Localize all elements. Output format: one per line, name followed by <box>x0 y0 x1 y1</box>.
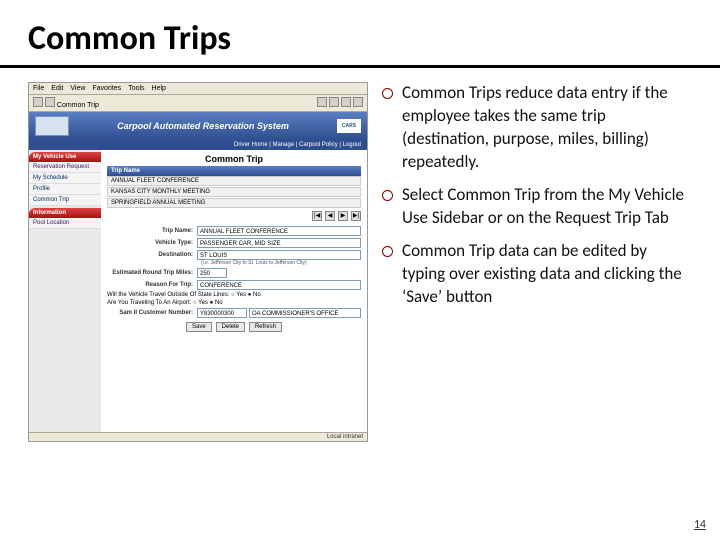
menu-tools[interactable]: Tools <box>128 85 144 92</box>
tab-common-trip[interactable]: Common Trip <box>57 102 99 109</box>
status-right: Local intranet <box>327 434 363 440</box>
menu-edit[interactable]: Edit <box>51 85 63 92</box>
refresh-button[interactable]: Refresh <box>249 322 282 332</box>
bullet-item: Select Common Trip from the My Vehicle U… <box>380 184 692 230</box>
main-panel: Common Trip Trip Name ANNUAL FLEET CONFE… <box>101 150 367 432</box>
top-nav[interactable]: Driver Home | Manage | Carpool Policy | … <box>29 140 367 150</box>
page-heading: Common Trip <box>107 154 361 164</box>
delete-button[interactable]: Delete <box>216 322 245 332</box>
menu-file[interactable]: File <box>33 85 44 92</box>
bullet-item: Common Trip data can be edited by typing… <box>380 240 692 309</box>
trip-name-label: Trip Name: <box>107 228 197 234</box>
sam-label: Sam II Customer Number: <box>107 310 197 316</box>
bullet-list: Common Trips reduce data entry if the em… <box>380 82 692 308</box>
slide-title: Common Trips <box>0 0 720 68</box>
menu-favorites[interactable]: Favorites <box>92 85 121 92</box>
save-button[interactable]: Save <box>186 322 212 332</box>
back-button[interactable] <box>33 97 43 107</box>
destination-hint: (i.e. Jefferson City to St. Louis to Jef… <box>201 260 361 266</box>
pager-next[interactable]: ▶ <box>338 211 348 221</box>
app-banner: Carpool Automated Reservation System CAR… <box>29 112 367 140</box>
pager-prev[interactable]: ◀ <box>325 211 335 221</box>
list-item[interactable]: KANSAS CITY MONTHLY MEETING <box>107 187 361 197</box>
out-of-state-radio[interactable]: Will the Vehicle Travel Outside Of State… <box>107 292 361 298</box>
pager: |◀ ◀ ▶ ▶| <box>107 211 361 221</box>
pager-last[interactable]: ▶| <box>351 211 361 221</box>
list-item[interactable]: SPRINGFIELD ANNUAL MEETING <box>107 198 361 208</box>
menubar: File Edit View Favorites Tools Help <box>29 83 367 95</box>
toolbar: Common Trip <box>29 95 367 112</box>
app-screenshot: File Edit View Favorites Tools Help Comm… <box>28 82 368 442</box>
sidebar-item-pool[interactable]: Pool Location <box>29 218 101 229</box>
page-number: 14 <box>694 518 706 532</box>
destination-field[interactable]: ST LOUIS <box>197 250 361 260</box>
sidebar: My Vehicle Use Reservation Request My Sc… <box>29 150 101 432</box>
sidebar-item-common-trip[interactable]: Common Trip <box>29 195 101 206</box>
cars-badge: CARS <box>337 119 361 133</box>
sam-office-field[interactable]: OA COMMISSIONER'S OFFICE <box>249 308 361 318</box>
miles-field[interactable]: 250 <box>197 268 227 278</box>
page-icon[interactable] <box>341 97 351 107</box>
sidebar-hdr-vehicle: My Vehicle Use <box>29 152 101 162</box>
status-bar: Local intranet <box>29 432 367 441</box>
sidebar-hdr-info: Information <box>29 208 101 218</box>
destination-label: Destination: <box>107 252 197 258</box>
miles-label: Estimated Round Trip Miles: <box>107 270 197 276</box>
vehicle-type-field[interactable]: PASSENGER CAR, MID SIZE <box>197 238 361 248</box>
column-header: Trip Name <box>107 166 361 176</box>
sidebar-item-profile[interactable]: Profile <box>29 184 101 195</box>
tools-icon[interactable] <box>353 97 363 107</box>
sidebar-item-reservation[interactable]: Reservation Request <box>29 162 101 173</box>
sidebar-item-schedule[interactable]: My Schedule <box>29 173 101 184</box>
list-item[interactable]: ANNUAL FLEET CONFERENCE <box>107 176 361 186</box>
fwd-button[interactable] <box>45 97 55 107</box>
pager-first[interactable]: |◀ <box>312 211 322 221</box>
banner-title: Carpool Automated Reservation System <box>117 121 289 131</box>
home-icon[interactable] <box>317 97 327 107</box>
car-logo-icon <box>35 116 69 136</box>
trip-name-field[interactable]: ANNUAL FLEET CONFERENCE <box>197 226 361 236</box>
vehicle-type-label: Vehicle Type: <box>107 240 197 246</box>
print-icon[interactable] <box>329 97 339 107</box>
bullet-item: Common Trips reduce data entry if the em… <box>380 82 692 174</box>
menu-help[interactable]: Help <box>152 85 166 92</box>
reason-field[interactable]: CONFERENCE <box>197 280 361 290</box>
airport-radio[interactable]: Are You Traveling To An Airport: ○ Yes ●… <box>107 300 361 306</box>
sam-num-field[interactable]: Y830000300 <box>197 308 247 318</box>
button-row: Save Delete Refresh <box>107 322 361 332</box>
menu-view[interactable]: View <box>70 85 85 92</box>
reason-label: Reason For Trip: <box>107 282 197 288</box>
